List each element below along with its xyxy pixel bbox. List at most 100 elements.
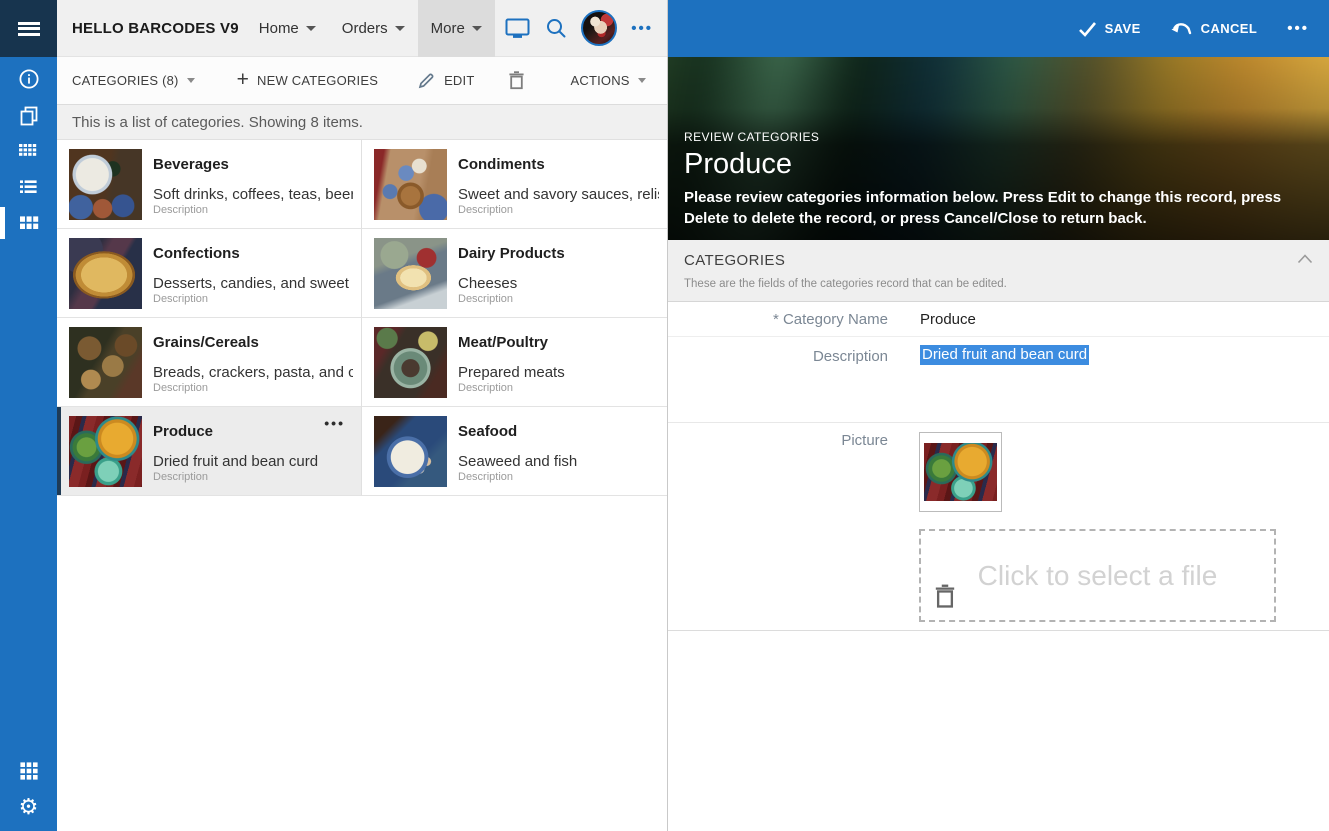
category-card[interactable]: Confections Desserts, candies, and sweet…: [57, 229, 362, 318]
list-toolbar: CATEGORIES (8) + NEW CATEGORIES EDIT ACT…: [57, 57, 753, 105]
ellipsis-icon: •••: [1287, 20, 1309, 37]
category-field-caption: Description: [153, 204, 209, 216]
category-field-caption: Description: [153, 382, 209, 394]
info-icon: [18, 69, 39, 89]
category-photo: [374, 416, 447, 487]
app-window: ⚙ HELLO BARCODES V9 Home Orders More •••…: [0, 0, 1329, 831]
rail-item-settings[interactable]: ⚙: [0, 789, 57, 825]
pencil-icon: [418, 73, 434, 89]
menu-more[interactable]: More: [417, 0, 495, 57]
search-icon: [547, 19, 566, 38]
picture-label: Picture: [841, 432, 888, 449]
category-field-caption: Description: [458, 382, 514, 394]
chevron-down-icon: [637, 78, 646, 83]
chevron-down-icon: [471, 25, 482, 31]
section-title: CATEGORIES: [684, 252, 786, 269]
categories-grid: Beverages Soft drinks, coffees, teas, be…: [57, 140, 667, 496]
category-name: Meat/Poultry: [458, 334, 549, 351]
hamburger-menu-button[interactable]: [0, 0, 57, 57]
category-field-caption: Description: [153, 293, 209, 305]
card-context-menu-button[interactable]: •••: [324, 415, 345, 431]
category-card[interactable]: Grains/Cereals Breads, crackers, pasta, …: [57, 318, 362, 407]
cancel-button[interactable]: CANCEL: [1171, 21, 1258, 36]
chevron-down-icon: [394, 25, 405, 31]
detail-panel: SAVE CANCEL ••• REVIEW CATEGORIES Produc…: [667, 0, 1329, 831]
copy-pages-icon: [20, 106, 37, 126]
dropzone-label: Click to select a file: [977, 559, 1218, 591]
category-photo: [374, 238, 447, 309]
rail-item-pages[interactable]: [0, 97, 57, 133]
category-field-caption: Description: [458, 204, 514, 216]
category-description: Breads, crackers, pasta, and cereal: [153, 364, 353, 381]
more-options-button[interactable]: •••: [631, 21, 653, 36]
file-dropzone[interactable]: Click to select a file: [919, 529, 1276, 622]
form-more-options-button[interactable]: •••: [1287, 20, 1309, 37]
user-avatar[interactable]: [581, 10, 618, 46]
category-field-caption: Description: [458, 293, 514, 305]
description-value-selected-text[interactable]: Dried fruit and bean curd: [920, 345, 1090, 365]
category-photo: [374, 149, 447, 220]
category-field-caption: Description: [153, 471, 209, 483]
delete-button[interactable]: [494, 57, 548, 104]
chevron-down-icon: [305, 25, 316, 31]
field-row-picture: Picture Click to select a file: [668, 423, 1329, 631]
category-description: Soft drinks, coffees, teas, beers, and a…: [153, 186, 353, 203]
rail-item-list-view[interactable]: [0, 169, 57, 205]
category-photo: [69, 238, 142, 309]
menu-home[interactable]: Home: [246, 0, 329, 57]
trash-icon: [509, 71, 525, 90]
category-name: Condiments: [458, 156, 545, 173]
field-row-description: Description Dried fruit and bean curd: [668, 337, 1329, 423]
picture-thumbnail: [924, 443, 997, 501]
new-categories-button[interactable]: + NEW CATEGORIES: [223, 57, 392, 104]
category-card[interactable]: Produce Dried fruit and bean curd Descri…: [57, 407, 362, 496]
picture-thumbnail-frame[interactable]: [919, 432, 1002, 512]
category-card[interactable]: Seafood Seaweed and fish Description: [362, 407, 667, 496]
save-button[interactable]: SAVE: [1078, 21, 1141, 37]
category-name-label: * Category Name: [772, 310, 888, 328]
category-description: Prepared meats: [458, 364, 565, 381]
rail-item-cards-view[interactable]: [0, 205, 57, 241]
rail-item-table-view[interactable]: [0, 133, 57, 169]
edit-button[interactable]: EDIT: [404, 57, 488, 104]
undo-arrow-icon: [1171, 23, 1191, 35]
plus-icon: +: [236, 68, 250, 91]
category-photo: [69, 416, 142, 487]
form-section-header[interactable]: CATEGORIES These are the fields of the c…: [668, 240, 1329, 302]
form-empty-area: [668, 631, 1329, 831]
category-card[interactable]: Condiments Sweet and savory sauces, reli…: [362, 140, 667, 229]
field-row-category-name: * Category Name Produce: [668, 302, 1329, 337]
display-mode-button[interactable]: [504, 16, 531, 40]
chevron-up-icon[interactable]: [1297, 254, 1313, 264]
category-name: Seafood: [458, 423, 518, 440]
category-description: Desserts, candies, and sweet breads: [153, 275, 353, 292]
rail-item-apps[interactable]: [0, 753, 57, 789]
view-selector-dropdown[interactable]: CATEGORIES (8): [72, 57, 209, 104]
menu-orders[interactable]: Orders: [329, 0, 418, 57]
category-description: Cheeses: [458, 275, 518, 292]
search-button[interactable]: [545, 17, 567, 39]
description-label: Description: [812, 348, 888, 365]
app-title: HELLO BARCODES V9: [72, 19, 239, 37]
category-photo: [69, 327, 142, 398]
ellipsis-icon: •••: [324, 415, 345, 431]
category-card[interactable]: Meat/Poultry Prepared meats Description: [362, 318, 667, 407]
category-name-value[interactable]: Produce: [920, 311, 976, 328]
detail-hero: REVIEW CATEGORIES Produce Please review …: [668, 57, 1329, 240]
trash-icon[interactable]: [934, 584, 956, 609]
actions-dropdown[interactable]: ACTIONS: [556, 57, 659, 104]
rail-item-about[interactable]: [0, 61, 57, 97]
gear-icon: ⚙: [18, 794, 39, 819]
monitor-icon: [505, 18, 530, 38]
category-field-caption: Description: [458, 471, 514, 483]
category-card[interactable]: Beverages Soft drinks, coffees, teas, be…: [57, 140, 362, 229]
category-card[interactable]: Dairy Products Cheeses Description: [362, 229, 667, 318]
category-name: Beverages: [153, 156, 229, 173]
form-action-bar: SAVE CANCEL •••: [668, 0, 1329, 57]
chevron-down-icon: [186, 78, 195, 83]
top-menu-bar: HELLO BARCODES V9 Home Orders More •••: [57, 0, 667, 57]
apps-grid-icon: [19, 762, 38, 780]
list-empty-area: [57, 496, 667, 831]
list-summary-bar: This is a list of categories. Showing 8 …: [57, 105, 667, 140]
category-name: Produce: [153, 423, 214, 440]
